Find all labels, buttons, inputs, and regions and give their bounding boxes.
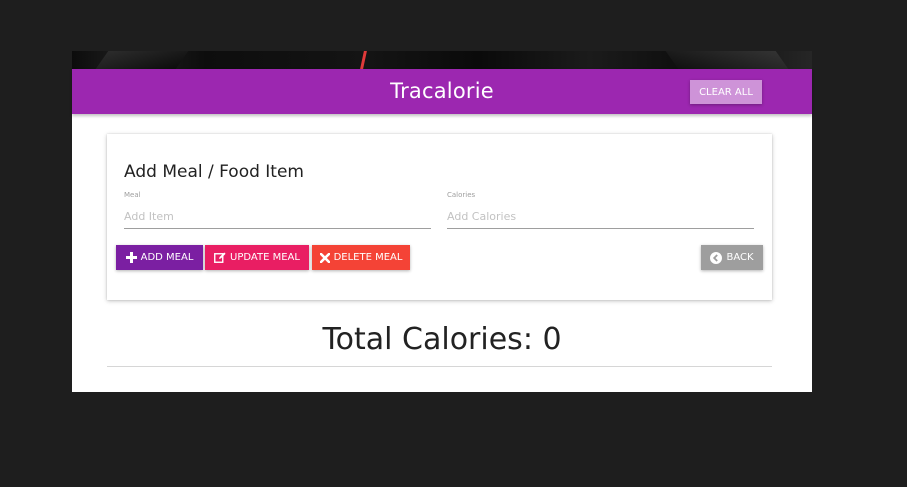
app-window: Tracalorie CLEAR ALL Add Meal / Food Ite…	[72, 69, 812, 392]
chevron-left-circle-icon	[710, 251, 723, 264]
update-meal-label: UPDATE MEAL	[230, 252, 300, 263]
plus-icon	[125, 252, 137, 263]
back-label: BACK	[726, 252, 754, 263]
calories-label: Calories	[447, 191, 476, 199]
clear-all-button[interactable]: CLEAR ALL	[690, 80, 762, 104]
meal-input[interactable]	[124, 204, 431, 229]
background-shape	[665, 51, 789, 69]
navbar: Tracalorie CLEAR ALL	[72, 69, 812, 114]
update-meal-button[interactable]: UPDATE MEAL	[205, 245, 309, 270]
divider	[107, 366, 772, 367]
meal-form-card: Add Meal / Food Item Meal Calories ADD M…	[107, 134, 772, 300]
background-shape	[95, 51, 189, 69]
meal-label: Meal	[124, 191, 141, 199]
background-red-stripe	[360, 51, 367, 69]
x-icon	[319, 252, 330, 263]
add-meal-label: ADD MEAL	[140, 252, 194, 263]
add-meal-button[interactable]: ADD MEAL	[116, 245, 203, 270]
delete-meal-button[interactable]: DELETE MEAL	[312, 245, 410, 270]
background-image-strip	[72, 51, 812, 69]
edit-icon	[214, 252, 226, 263]
delete-meal-label: DELETE MEAL	[333, 252, 403, 263]
back-button[interactable]: BACK	[701, 245, 763, 270]
form-title: Add Meal / Food Item	[124, 162, 304, 182]
total-calories: Total Calories: 0	[322, 322, 562, 357]
calories-input[interactable]	[447, 204, 754, 229]
